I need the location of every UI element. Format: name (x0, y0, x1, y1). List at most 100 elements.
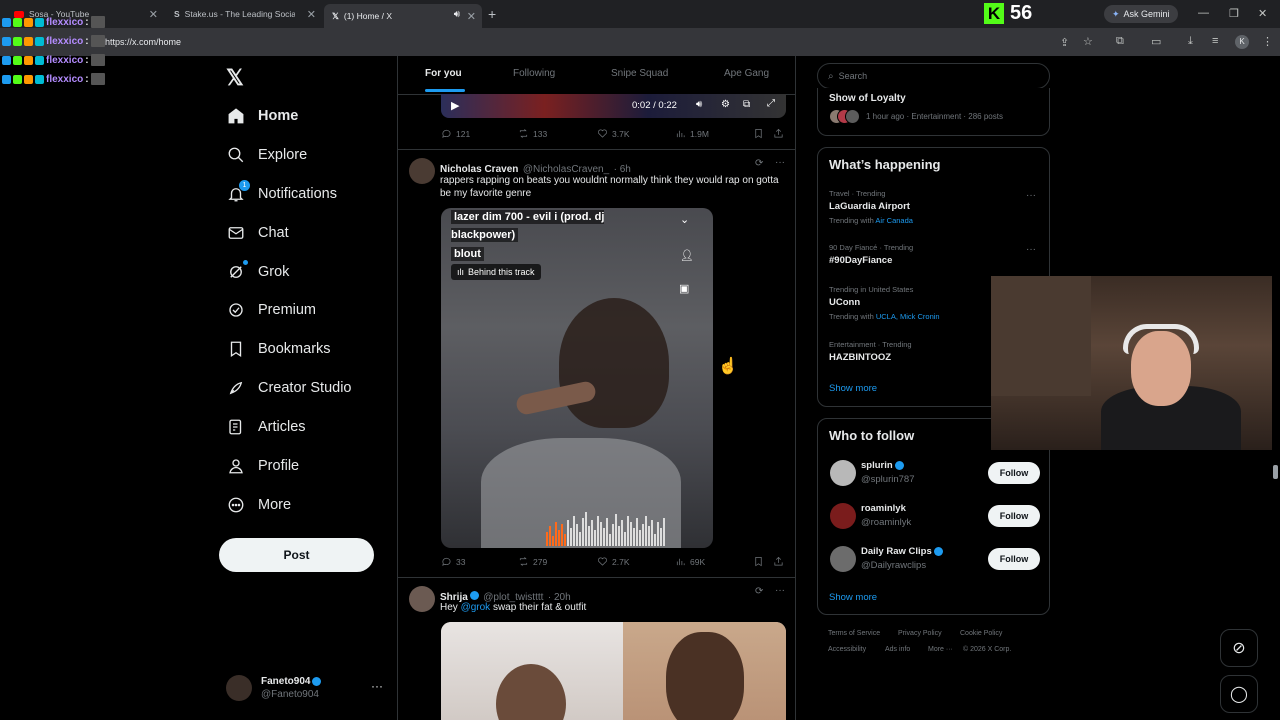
video-media[interactable]: lazer dim 700 - evil i (prod. dj blackpo… (441, 208, 713, 548)
top-card[interactable]: Show of Loyalty 1 hour ago · Entertainme… (817, 88, 1050, 136)
chat-emote (90, 16, 105, 28)
close-tab-icon[interactable]: ✕ (149, 8, 158, 21)
footer-link[interactable]: Ads info (885, 646, 910, 653)
post-button[interactable]: Post (219, 538, 374, 572)
speaker-icon[interactable]: 🔊︎ (454, 9, 460, 20)
close-tab-icon[interactable]: ✕ (467, 10, 476, 23)
avatar[interactable] (830, 503, 856, 529)
heart-icon (598, 557, 607, 566)
footer-link[interactable]: Privacy Policy (898, 630, 942, 637)
search-input[interactable]: ⌕ Search (817, 63, 1050, 89)
grok-float-icon[interactable]: ⊘ (1220, 629, 1258, 667)
popout-icon[interactable]: ⧉ (743, 99, 750, 110)
scrollbar-thumb[interactable] (1273, 465, 1278, 479)
repost-button[interactable]: 279 (518, 556, 547, 567)
repost-button[interactable]: 133 (518, 128, 547, 139)
share-button[interactable] (773, 556, 784, 567)
trend-item[interactable]: Travel · Trending LaGuardia Airport Tren… (818, 186, 1051, 228)
reply-button[interactable]: 33 (441, 556, 465, 567)
maximize-icon[interactable]: ❐ (1229, 7, 1239, 20)
ask-gemini-button[interactable]: ✦ Ask Gemini (1104, 5, 1178, 23)
play-icon[interactable]: ▶ (451, 99, 459, 112)
avatar[interactable] (409, 158, 435, 184)
image-media[interactable] (441, 622, 786, 720)
behind-track-button[interactable]: ılı Behind this track (451, 264, 541, 280)
settings-gear-icon[interactable]: ⚙ (721, 99, 730, 110)
nav-chat[interactable]: Chat (226, 218, 289, 248)
avatar[interactable] (830, 546, 856, 572)
fullscreen-icon[interactable]: ⤢ (767, 98, 775, 109)
avatar[interactable] (409, 586, 435, 612)
more-dots-icon[interactable]: ··· (1026, 190, 1036, 201)
extensions-icon[interactable]: ⧉ (1116, 35, 1124, 48)
footer-link[interactable]: Terms of Service (828, 630, 880, 637)
nav-premium[interactable]: Premium (226, 295, 316, 325)
nav-more[interactable]: More (226, 490, 291, 520)
captions-icon[interactable]: ▣ (679, 282, 689, 295)
tab-following[interactable]: Following (513, 68, 555, 79)
x-logo-icon[interactable]: 𝕏 (226, 65, 244, 91)
tab-x-home[interactable]: 𝕏 (1) Home / X 🔊︎ ✕ (324, 4, 482, 28)
show-more-link[interactable]: Show more (829, 592, 877, 603)
more-dots-icon[interactable]: ··· (775, 157, 785, 168)
follow-button[interactable]: Follow (988, 505, 1040, 527)
nav-notifications[interactable]: 1 Notifications (226, 179, 337, 209)
footer-link[interactable]: Cookie Policy (960, 630, 1002, 637)
download-icon[interactable]: ⤓ (1188, 35, 1193, 48)
bookmark-button[interactable] (753, 128, 764, 139)
views-button[interactable]: 1.9M (675, 128, 709, 139)
reply-button[interactable]: 121 (441, 128, 470, 139)
volume-icon[interactable]: 🔊︎ (696, 99, 702, 110)
new-tab-button[interactable]: + (488, 6, 496, 22)
follow-button[interactable]: Follow (988, 462, 1040, 484)
mention-link[interactable]: @grok (461, 602, 491, 613)
more-dots-icon[interactable]: ··· (371, 679, 383, 693)
bookmark-star-icon[interactable]: ☆ (1083, 35, 1093, 48)
nav-explore[interactable]: Explore (226, 140, 307, 170)
tab-for-you[interactable]: For you (425, 68, 462, 79)
user-name[interactable]: roaminlyk (861, 503, 906, 514)
account-switcher[interactable]: Faneto904 @Faneto904 ··· (226, 675, 396, 707)
close-tab-icon[interactable]: ✕ (307, 8, 316, 21)
tab-ape-gang[interactable]: Ape Gang (724, 68, 769, 79)
trend-item[interactable]: 90 Day Fiancé · Trending #90DayFiance ··… (818, 240, 1051, 270)
tab-stake[interactable]: S Stake.us - The Leading Social C ✕ (166, 4, 322, 24)
tab-search-icon[interactable]: ≡ (1212, 35, 1218, 47)
more-dots-icon[interactable]: ··· (1026, 244, 1036, 255)
tab-snipe-squad[interactable]: Snipe Squad (611, 68, 668, 79)
user-name[interactable]: Daily Raw Clips (861, 546, 943, 557)
url-field[interactable]: https://x.com/home (105, 37, 181, 47)
grok-icon[interactable]: ⟳ (755, 158, 763, 169)
messages-float-icon[interactable]: ◯ (1220, 675, 1258, 713)
scrollbar[interactable] (1272, 56, 1280, 720)
bookmark-button[interactable] (753, 556, 764, 567)
side-panel-icon[interactable]: ▭ (1151, 35, 1161, 48)
nav-grok[interactable]: Grok (226, 257, 289, 287)
nav-creator-studio[interactable]: Creator Studio (226, 373, 352, 403)
like-button[interactable]: 3.7K (597, 128, 630, 139)
add-user-icon[interactable]: 👤︎ (680, 249, 694, 262)
avatar[interactable] (830, 460, 856, 486)
nav-bookmarks[interactable]: Bookmarks (226, 334, 331, 364)
user-name[interactable]: splurin (861, 460, 904, 471)
install-app-icon[interactable]: ⇪ (1060, 36, 1069, 49)
more-dots-icon[interactable]: ··· (775, 585, 785, 596)
close-window-icon[interactable]: ✕ (1258, 7, 1267, 20)
nav-profile[interactable]: Profile (226, 451, 299, 481)
grok-icon[interactable]: ⟳ (755, 586, 763, 597)
minimize-icon[interactable]: — (1198, 7, 1209, 19)
chevron-down-icon[interactable]: ⌄ (680, 213, 689, 226)
nav-articles[interactable]: Articles (226, 412, 306, 442)
search-icon: ⌕ (828, 70, 834, 82)
follow-button[interactable]: Follow (988, 548, 1040, 570)
nav-home[interactable]: Home (226, 101, 298, 131)
footer-link[interactable]: Accessibility (828, 646, 866, 653)
footer-link[interactable]: More ··· (928, 646, 953, 653)
views-button[interactable]: 69K (675, 556, 705, 567)
profile-avatar[interactable]: K (1235, 35, 1249, 49)
show-more-link[interactable]: Show more (829, 383, 877, 394)
share-button[interactable] (773, 128, 784, 139)
like-button[interactable]: 2.7K (597, 556, 630, 567)
chrome-menu-icon[interactable]: ⋮ (1262, 35, 1273, 48)
video-player[interactable]: ▶ 0:02 / 0:22 🔊︎ ⚙ ⧉ ⤢ (441, 94, 786, 118)
